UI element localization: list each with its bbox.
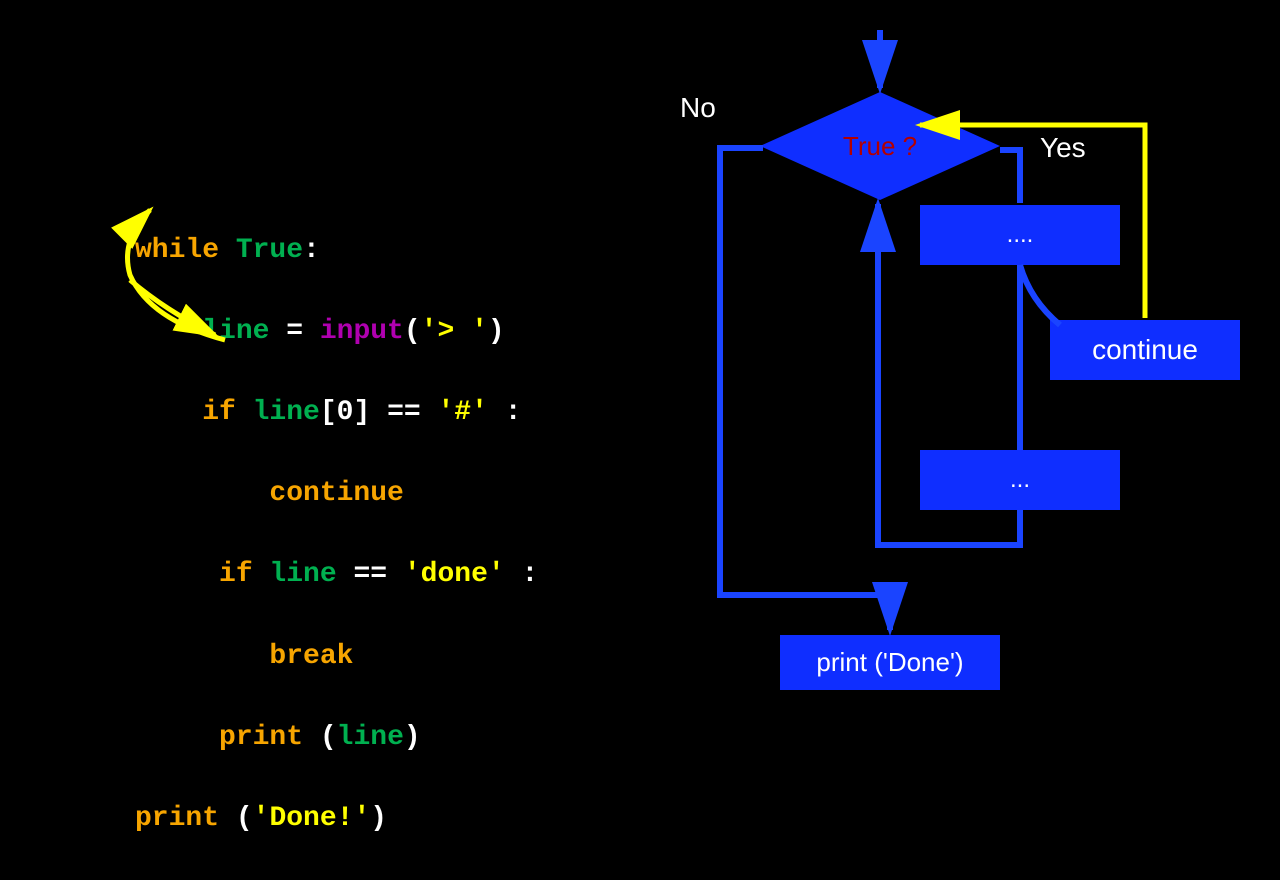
flowchart: True ? No Yes .... continue ... print ('… [0,0,1280,720]
code-line-8: print ('Done!') [135,799,538,840]
flow-arrows [0,0,1280,720]
code-line-7: print (line) [135,718,538,759]
